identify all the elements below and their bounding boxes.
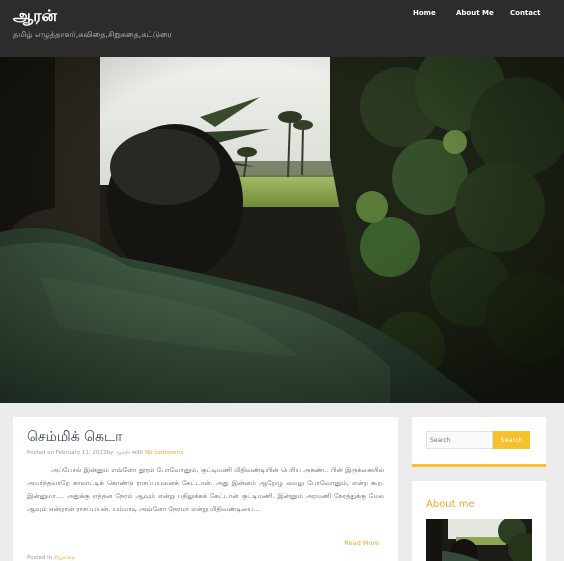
- post-excerpt: அப்போல் இன்னும் எவ்ளோ தூரம் போவோனும், கு…: [27, 466, 384, 513]
- about-image: [426, 519, 532, 561]
- nav-about-me[interactable]: About Me: [456, 9, 494, 17]
- category-link[interactable]: சிறுகதை: [54, 555, 75, 561]
- meta-posted-on-label: Posted on: [27, 450, 54, 456]
- post-card: செம்மிக் கெடா Posted on February 11, 202…: [13, 417, 398, 561]
- post-title[interactable]: செம்மிக் கெடா: [27, 429, 122, 447]
- about-photo: [426, 519, 532, 561]
- search-widget: Search: [412, 417, 546, 467]
- posted-in-label: Posted in: [27, 555, 53, 561]
- nav-home[interactable]: Home: [413, 9, 436, 17]
- about-widget: About me: [412, 481, 546, 561]
- read-more-link[interactable]: Read More: [344, 539, 379, 547]
- meta-with-label: with: [131, 450, 144, 456]
- meta-author[interactable]: ஆரன்: [115, 450, 130, 456]
- post-meta: Posted on February 11, 2022by ஆரன் with …: [27, 450, 183, 457]
- post-category-line: Posted in சிறுகதை: [27, 555, 75, 561]
- hero-photo: [0, 57, 564, 403]
- meta-date[interactable]: February 11, 2022: [56, 450, 107, 456]
- site-tagline: தமிழ் எழுத்தாளர்,கவிதை,சிறுகதை,கட்டுரை: [13, 30, 172, 39]
- hero-image: [0, 57, 564, 403]
- site-header: ஆரன் தமிழ் எழுத்தாளர்,கவிதை,சிறுகதை,கட்ட…: [0, 0, 564, 57]
- site-title[interactable]: ஆரன்: [13, 6, 57, 27]
- meta-by-label: by: [106, 450, 114, 456]
- nav-contact[interactable]: Contact: [510, 9, 541, 17]
- meta-comments-link[interactable]: No comments: [145, 450, 183, 456]
- search-input[interactable]: [426, 431, 493, 449]
- search-button[interactable]: Search: [493, 431, 530, 449]
- about-widget-title: About me: [426, 499, 475, 510]
